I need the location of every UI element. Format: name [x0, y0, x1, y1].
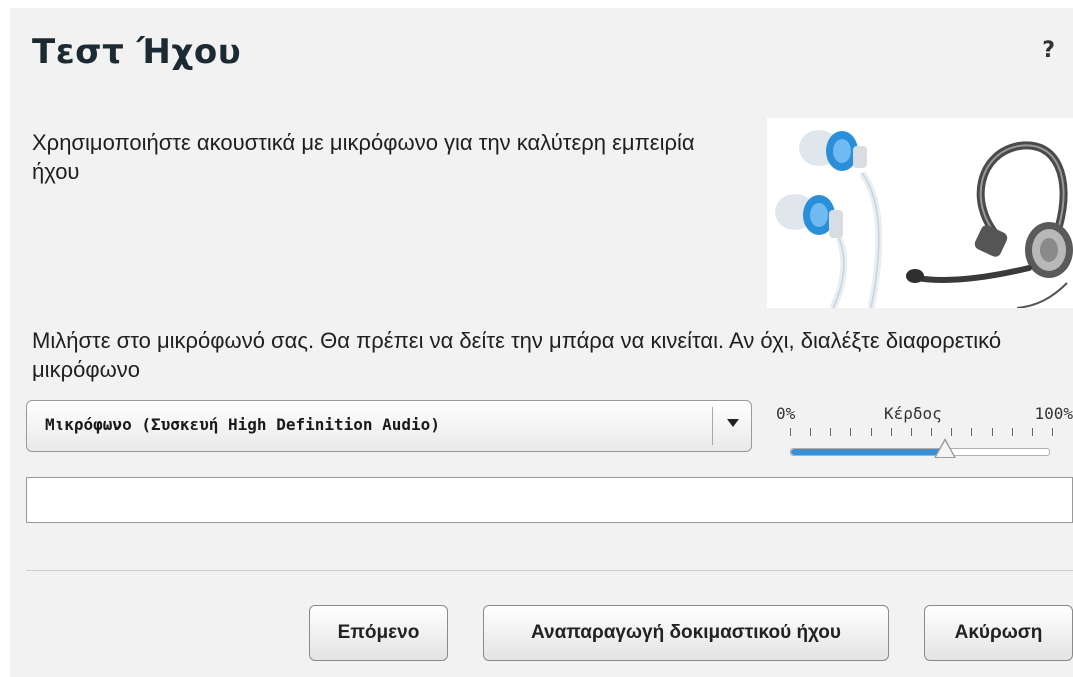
gain-tick: [850, 428, 852, 436]
earbuds-icon: [775, 130, 883, 308]
gain-min-label: 0%: [776, 404, 796, 423]
gain-tick: [991, 428, 993, 436]
gain-tick: [790, 428, 791, 436]
cancel-button[interactable]: Ακύρωση: [924, 605, 1073, 661]
gain-tick: [1031, 428, 1033, 436]
instruction-text: Μιλήστε στο μικρόφωνό σας. Θα πρέπει να …: [32, 328, 1002, 382]
gain-tick: [870, 428, 872, 436]
gain-slider-thumb-face: [935, 441, 954, 457]
headphones-image: [775, 130, 1073, 308]
gain-slider-track[interactable]: [790, 448, 1050, 456]
play-test-sound-button[interactable]: Αναπαραγωγή δοκιμαστικού ήχου: [483, 605, 889, 661]
dropdown-divider: [712, 407, 713, 445]
chevron-down-icon[interactable]: [727, 419, 739, 427]
gain-tick: [1052, 428, 1053, 436]
gain-label: Κέρδος: [884, 404, 942, 423]
gain-tick: [910, 428, 912, 436]
gain-tick: [971, 428, 973, 436]
gain-slider-fill: [791, 449, 946, 455]
headset-illustration: [767, 118, 1073, 308]
gain-tick: [810, 428, 812, 436]
gain-max-label: 100%: [1034, 404, 1073, 423]
gain-ticks: [790, 428, 1053, 438]
gain-tick: [931, 428, 933, 436]
gain-slider-group: 0% Κέρδος 100%: [776, 404, 1073, 464]
gain-tick: [1011, 428, 1013, 436]
gain-slider-thumb[interactable]: [933, 438, 956, 458]
gain-tick: [830, 428, 832, 436]
footer-divider: [26, 570, 1073, 571]
headset-icon: [906, 141, 1073, 308]
dialog-title: Τεστ Ήχου: [32, 32, 242, 72]
microphone-selected-value: Μικρόφωνο (Συσκευή High Definition Audio…: [45, 415, 440, 434]
gain-tick: [951, 428, 953, 436]
sound-test-dialog: Τεστ Ήχου ? Χρησιμοποιήστε ακουστικά με …: [10, 8, 1073, 677]
help-icon[interactable]: ?: [1042, 38, 1055, 63]
microphone-dropdown[interactable]: Μικρόφωνο (Συσκευή High Definition Audio…: [26, 400, 752, 452]
intro-text: Χρησιμοποιήστε ακουστικά με μικρόφωνο γι…: [32, 130, 695, 184]
next-button[interactable]: Επόμενο: [309, 605, 448, 661]
microphone-level-bar: [26, 477, 1073, 523]
gain-tick: [890, 428, 892, 436]
